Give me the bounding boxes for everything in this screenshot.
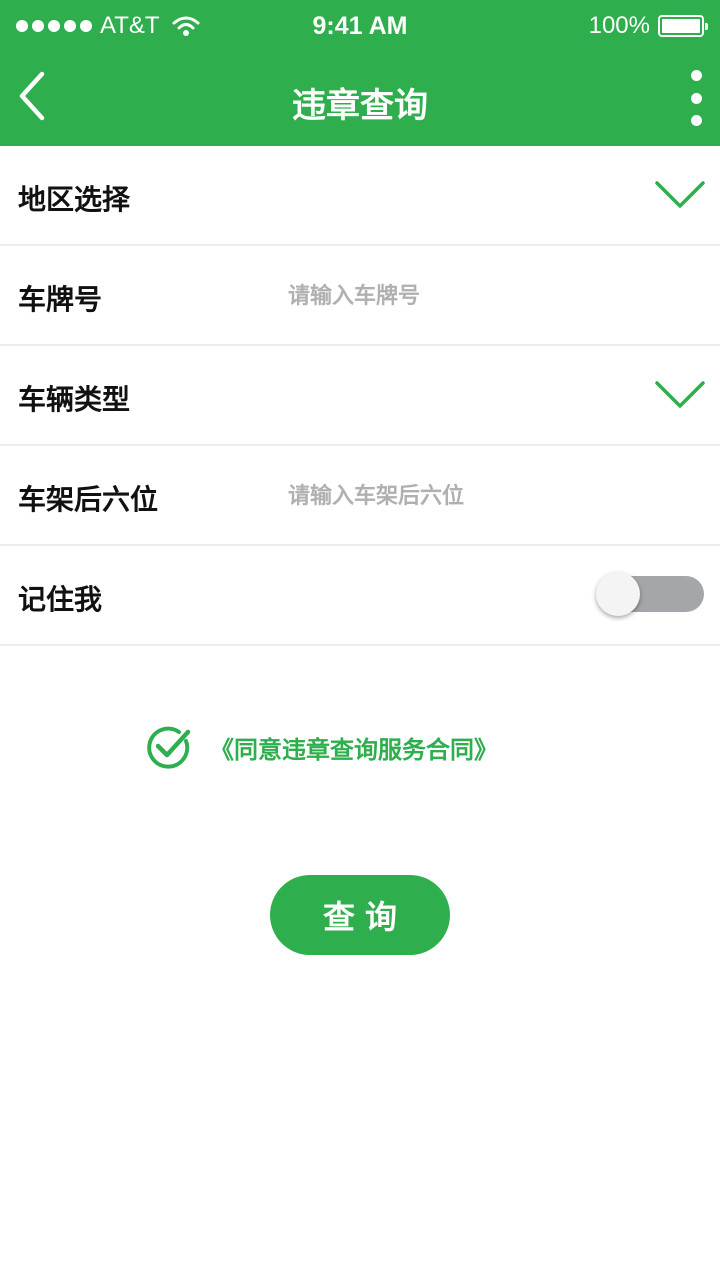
more-options-icon[interactable] — [686, 70, 706, 126]
vehicle-type-row[interactable]: 车辆类型 — [0, 346, 720, 446]
plate-number-input[interactable] — [288, 274, 688, 318]
app-header: AT&T 9:41 AM 100% 违章查询 — [0, 0, 720, 146]
page-title: 违章查询 — [292, 86, 428, 126]
query-button[interactable]: 查询 — [270, 875, 450, 955]
nav-bar: 违章查询 — [0, 52, 720, 146]
region-label: 地区选择 — [18, 183, 131, 216]
toggle-knob[interactable] — [596, 572, 640, 616]
agreement[interactable]: 《同意违章查询服务合同》 — [146, 724, 498, 770]
remember-me-toggle[interactable] — [596, 572, 704, 616]
chevron-down-icon[interactable] — [654, 376, 706, 412]
vin-label: 车架后六位 — [18, 483, 159, 516]
chevron-down-icon[interactable] — [654, 176, 706, 212]
remember-me-row: 记住我 — [0, 546, 720, 646]
status-bar: AT&T 9:41 AM 100% — [0, 0, 720, 52]
agreement-link[interactable]: 《同意违章查询服务合同》 — [210, 730, 498, 765]
vehicle-type-label: 车辆类型 — [18, 383, 131, 416]
check-circle-icon[interactable] — [146, 724, 192, 770]
remember-label: 记住我 — [18, 583, 103, 616]
status-right: 100% — [588, 12, 708, 40]
query-form: 地区选择 车牌号 车辆类型 车架后六位 记住我 — [0, 146, 720, 646]
vin-row: 车架后六位 — [0, 446, 720, 546]
region-select-row[interactable]: 地区选择 — [0, 146, 720, 246]
battery-icon — [658, 15, 708, 37]
vin-last-six-input[interactable] — [288, 474, 688, 518]
plate-number-row: 车牌号 — [0, 246, 720, 346]
battery-percent: 100% — [588, 12, 650, 39]
plate-label: 车牌号 — [18, 283, 103, 316]
